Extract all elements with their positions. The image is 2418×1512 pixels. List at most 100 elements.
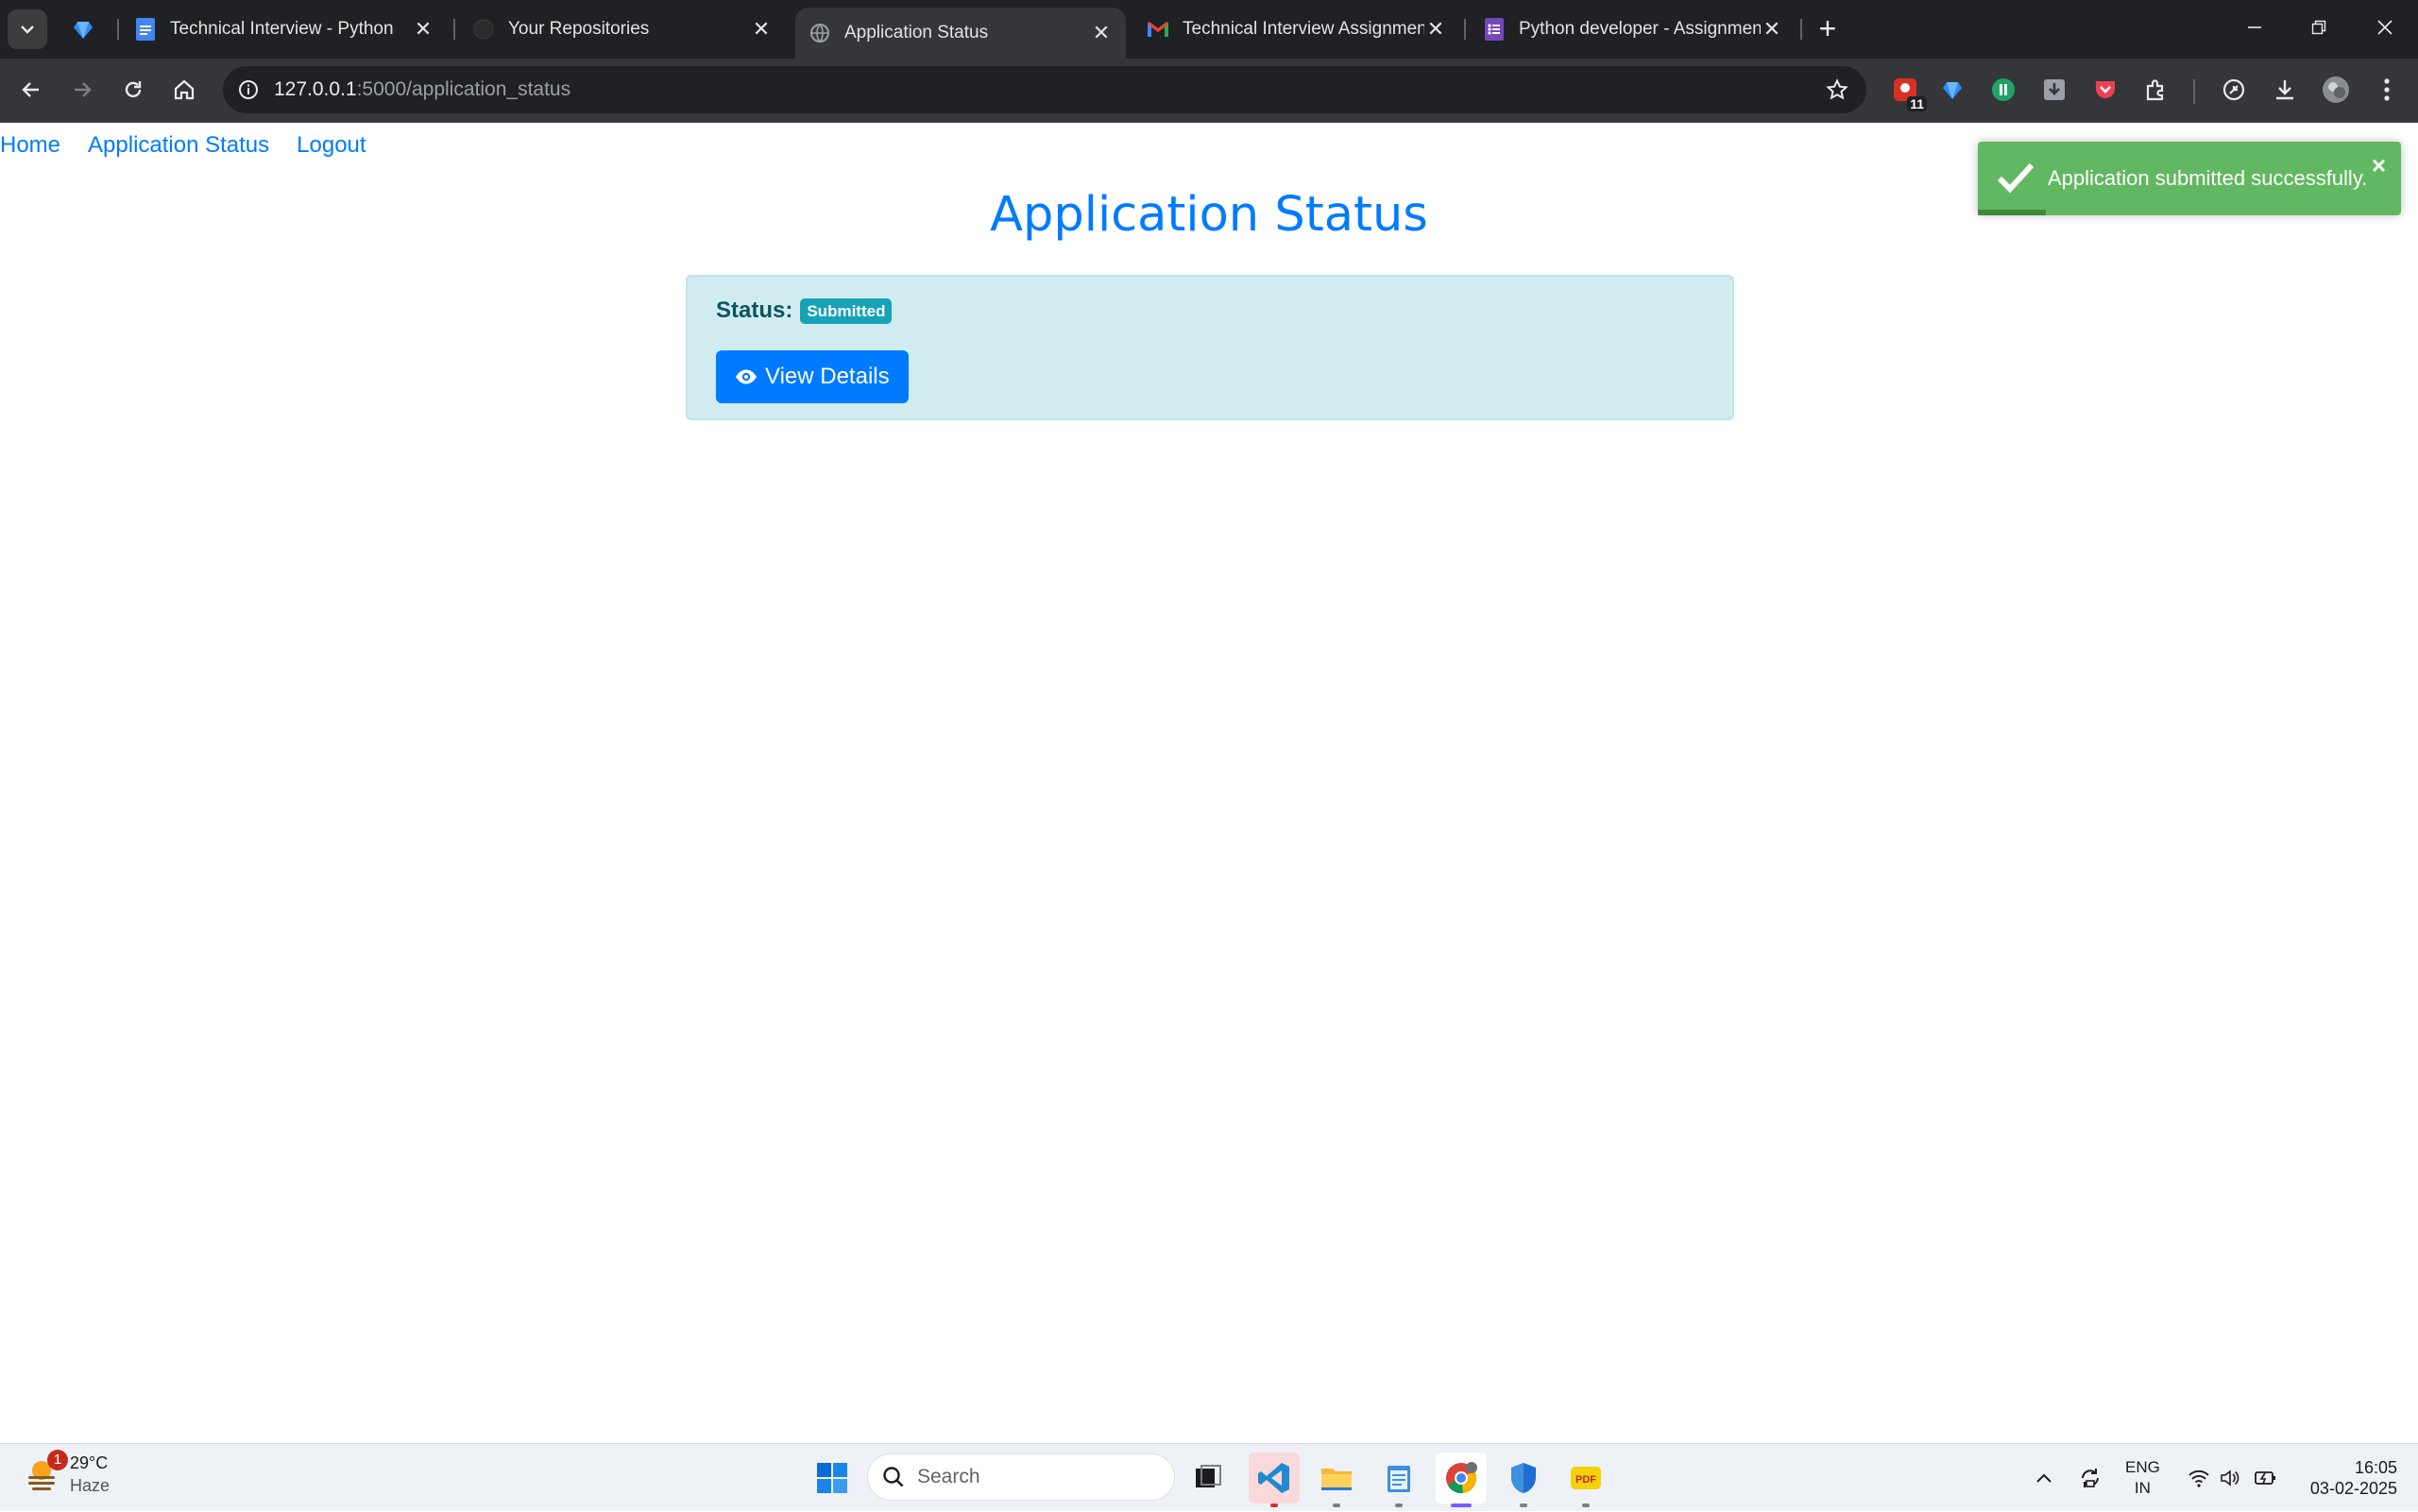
system-clock[interactable]: 16:05 03-02-2025 xyxy=(2297,1457,2397,1499)
extensions-menu-button[interactable] xyxy=(2138,72,2174,108)
home-button[interactable] xyxy=(164,70,204,110)
minimize-icon xyxy=(2248,26,2261,28)
reload-icon xyxy=(125,81,142,98)
page-viewport: Home Application Status Logout Applicati… xyxy=(0,123,2418,1443)
terminal-window-icon xyxy=(1196,1465,1221,1487)
taskbar-pdf-app[interactable]: PDF xyxy=(1560,1453,1611,1507)
tab-close-icon[interactable]: ✕ xyxy=(1424,17,1447,42)
weather-widget[interactable]: 1 29°C Haze xyxy=(23,1450,111,1497)
nav-link-application-status[interactable]: Application Status xyxy=(88,128,269,162)
view-details-button[interactable]: View Details xyxy=(716,350,909,403)
performance-button[interactable] xyxy=(2216,72,2252,108)
nav-link-home[interactable]: Home xyxy=(0,128,60,162)
folder-icon xyxy=(1321,1469,1352,1490)
tab-title: Your Repositories xyxy=(508,19,650,39)
taskbar-defender[interactable] xyxy=(1498,1453,1549,1507)
google-forms-icon xyxy=(1483,18,1506,41)
windows-logo-icon xyxy=(817,1463,847,1493)
site-nav: Home Application Status Logout xyxy=(0,128,394,162)
tab-python-developer-assignment[interactable]: Python developer - Assignment ✕ xyxy=(1470,8,1796,51)
new-tab-button[interactable]: + xyxy=(1812,11,1844,45)
speaker-icon xyxy=(2221,1470,2239,1487)
notepad-icon xyxy=(1388,1466,1410,1492)
search-placeholder: Search xyxy=(917,1466,980,1487)
tab-title: Application Status xyxy=(844,23,989,42)
eye-icon xyxy=(735,368,758,385)
puzzle-icon xyxy=(2146,79,2164,101)
weather-temperature: 29°C xyxy=(70,1453,109,1472)
gem-icon xyxy=(74,22,93,39)
restore-button[interactable] xyxy=(2291,0,2346,55)
profile-avatar[interactable] xyxy=(2318,72,2354,108)
tab-technical-interview-assignment[interactable]: Technical Interview Assignment ✕ xyxy=(1133,8,1460,51)
taskbar-file-explorer[interactable] xyxy=(1311,1453,1362,1507)
arrow-right-icon xyxy=(75,82,92,97)
tab-close-icon[interactable]: ✕ xyxy=(412,17,434,42)
tab-title: Technical Interview - Python xyxy=(170,19,394,39)
site-info-icon[interactable] xyxy=(230,72,266,108)
chrome-icon xyxy=(1446,1462,1477,1494)
browser-menu-button[interactable] xyxy=(2369,72,2405,108)
taskbar-vscode[interactable] xyxy=(1249,1453,1300,1507)
wifi-status[interactable] xyxy=(2188,1444,2210,1512)
nav-link-logout[interactable]: Logout xyxy=(297,128,366,162)
taskbar-task-view[interactable] xyxy=(1183,1453,1234,1504)
taskbar-chrome[interactable] xyxy=(1436,1453,1487,1507)
globe-icon xyxy=(809,22,831,44)
view-details-label: View Details xyxy=(765,364,890,389)
tab-close-icon[interactable]: ✕ xyxy=(750,17,773,42)
close-window-button[interactable] xyxy=(2358,0,2412,55)
tab-technical-interview-python[interactable]: Technical Interview - Python ✕ xyxy=(121,8,448,51)
speedometer-leaf-icon xyxy=(2222,78,2245,101)
start-button[interactable] xyxy=(807,1453,858,1504)
address-bar[interactable]: 127.0.0.1:5000/application_status xyxy=(223,66,1866,113)
bookmark-star-icon[interactable] xyxy=(1821,74,1853,106)
tab-close-icon[interactable]: ✕ xyxy=(1761,17,1783,42)
arrow-left-icon xyxy=(22,82,39,97)
extension-badge: 11 xyxy=(1907,96,1927,111)
pinned-tab[interactable] xyxy=(64,13,102,45)
reload-button[interactable] xyxy=(113,70,153,110)
weather-badge: 1 xyxy=(47,1450,68,1470)
sync-status[interactable] xyxy=(2078,1444,2103,1512)
tab-title: Python developer - Assignment xyxy=(1519,19,1761,39)
clock-time: 16:05 xyxy=(2354,1458,2397,1477)
tab-search-button[interactable] xyxy=(8,9,47,49)
browser-toolbar: 127.0.0.1:5000/application_status 11 xyxy=(0,59,2418,123)
downloads-button[interactable] xyxy=(2267,72,2303,108)
status-label: Status: xyxy=(716,297,793,323)
sync-icon xyxy=(2082,1469,2099,1487)
volume-status[interactable] xyxy=(2220,1444,2240,1512)
weather-condition: Haze xyxy=(70,1476,111,1495)
gem-icon xyxy=(1943,82,1962,99)
minimize-button[interactable] xyxy=(2227,0,2282,55)
tab-application-status[interactable]: Application Status ✕ xyxy=(795,8,1126,59)
download-icon xyxy=(2276,80,2293,100)
extension-gem[interactable] xyxy=(1934,72,1970,108)
forward-button[interactable] xyxy=(62,70,102,110)
extension-green[interactable] xyxy=(1985,72,2021,108)
taskbar-search[interactable]: Search xyxy=(867,1453,1175,1501)
show-hidden-icons-button[interactable] xyxy=(2035,1444,2053,1512)
battery-status[interactable] xyxy=(2254,1444,2278,1512)
extension-adblock[interactable]: 11 xyxy=(1887,72,1927,111)
toast-close-button[interactable]: × xyxy=(2372,151,2386,180)
taskbar-notepad[interactable] xyxy=(1373,1453,1424,1507)
url-text[interactable]: 127.0.0.1:5000/application_status xyxy=(274,66,570,113)
extension-pocket[interactable] xyxy=(2087,72,2123,108)
tab-close-icon[interactable]: ✕ xyxy=(1090,21,1113,45)
toast-message: Application submitted successfully. xyxy=(2048,166,2368,190)
vscode-icon xyxy=(1258,1463,1289,1493)
clock-date: 03-02-2025 xyxy=(2309,1479,2397,1498)
tab-title: Technical Interview Assignment xyxy=(1183,19,1424,39)
checkmark-icon xyxy=(1997,162,2035,194)
avatar xyxy=(2323,76,2349,103)
chevron-up-icon xyxy=(2036,1473,2052,1483)
shield-icon xyxy=(1511,1463,1536,1493)
pocket-icon xyxy=(2096,81,2115,98)
tab-your-repositories[interactable]: Your Repositories ✕ xyxy=(459,8,786,51)
input-language[interactable]: ENG IN xyxy=(2125,1457,2160,1499)
back-button[interactable] xyxy=(11,70,51,110)
extension-download-helper[interactable] xyxy=(2036,72,2072,108)
success-toast: Application submitted successfully. × xyxy=(1978,142,2401,215)
